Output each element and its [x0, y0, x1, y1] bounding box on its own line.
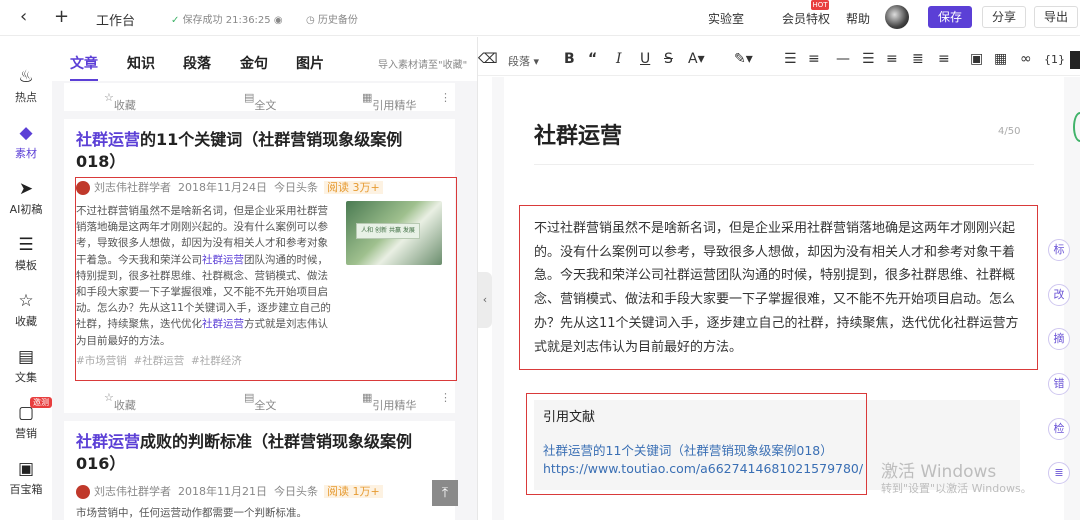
paragraph-highlight-box: [519, 205, 1038, 370]
sidebar-item-marketing[interactable]: 邀测 ▢ 营销: [0, 397, 52, 441]
tab-image[interactable]: 图片: [296, 53, 324, 73]
author-avatar: [76, 485, 90, 499]
article-title[interactable]: 社群运营成败的判断标准（社群营销现象级案例016）: [76, 431, 416, 475]
share-button[interactable]: 分享: [982, 6, 1026, 28]
selection-highlight: [75, 177, 457, 381]
save-button[interactable]: 保存: [928, 6, 972, 28]
help-link[interactable]: 帮助: [846, 10, 870, 27]
sidebar-item-favorite[interactable]: ☆ 收藏: [0, 291, 52, 329]
sidebar-item-toolbox[interactable]: ▣ 百宝箱: [0, 459, 52, 497]
favorite-button[interactable]: ☆ 收藏: [104, 91, 136, 112]
check-icon: ✓: [171, 15, 183, 26]
lab-link[interactable]: 实验室: [708, 10, 744, 27]
history-backup-link[interactable]: ◷ 历史备份: [306, 11, 358, 26]
quote-icon[interactable]: “: [588, 51, 597, 67]
member-link[interactable]: 会员特权: [782, 10, 830, 27]
horizontal-rule-icon[interactable]: —: [836, 51, 850, 67]
image-icon[interactable]: ▣: [970, 51, 983, 67]
material-panel: 文章 知识 段落 金句 图片 导入素材请至"收藏" ☆ 收藏 ▤ 全文 ▦ 引用…: [52, 37, 477, 520]
list-item: ☆ 收藏 ▤ 全文 ▦ 引用精华 ⋮: [64, 83, 455, 112]
title-divider: [534, 164, 1034, 165]
more-icon[interactable]: ⋮: [440, 91, 451, 104]
toolbox-icon: ▣: [17, 459, 35, 479]
card-actions: ☆ 收藏 ▤ 全文 ▦ 引用精华 ⋮: [64, 85, 455, 112]
document-title[interactable]: 社群运营: [534, 118, 622, 150]
tool-outline-button[interactable]: ≣: [1048, 462, 1070, 484]
sidebar-item-ai-draft[interactable]: ➤ AI初稿: [0, 179, 52, 217]
flame-icon: ♨: [18, 67, 34, 87]
strikethrough-icon[interactable]: S: [664, 51, 673, 67]
add-icon[interactable]: +: [54, 6, 69, 27]
highlight-pen-icon[interactable]: ✎▾: [734, 51, 753, 67]
hot-badge: HOT: [811, 0, 829, 10]
clock-icon: ◷: [306, 15, 318, 26]
article-title[interactable]: 社群运营的11个关键词（社群营销现象级案例018）: [76, 129, 416, 173]
card-actions: ☆ 收藏 ▤ 全文 ▦ 引用精华 ⋮: [64, 385, 455, 412]
export-button[interactable]: 导出: [1034, 6, 1078, 28]
align-center-icon[interactable]: ≣: [912, 51, 924, 67]
sidebar-item-collection[interactable]: ▤ 文集: [0, 347, 52, 385]
quote-essence-button[interactable]: ▦ 引用精华: [362, 391, 416, 412]
top-bar: ‹ + 工作台 ✓ 保存成功 21:36:25 ◉ ◷ 历史备份 实验室 会员特…: [0, 0, 1080, 36]
windows-activation-hint: 转到"设置"以激活 Windows。: [881, 482, 1032, 495]
editor-toolbar: ⌫ 段落 ▾ B “ I U S A▾ ✎▾ ☰ ≡ — ☰ ≡ ≣ ≡ ▣ ▦…: [478, 44, 1080, 76]
bold-icon[interactable]: B: [564, 51, 575, 67]
article-summary: 市场营销中，任何运营动作都需要一个判断标准。: [76, 507, 307, 519]
assistant-edge-icon[interactable]: [1073, 112, 1080, 142]
tool-summary-button[interactable]: 摘: [1048, 328, 1070, 350]
bullet-list-icon[interactable]: ☰: [784, 51, 797, 67]
tool-title-button[interactable]: 标: [1048, 239, 1070, 261]
italic-icon[interactable]: I: [616, 51, 622, 67]
paragraph-select[interactable]: 段落 ▾: [508, 53, 539, 69]
article-meta: 刘志伟社群学者 2018年11月21日 今日头条 阅读 1万+: [76, 483, 383, 499]
title-char-count: 4/50: [998, 126, 1021, 137]
more-icon[interactable]: ⋮: [440, 391, 451, 404]
back-arrow-icon[interactable]: ‹: [20, 6, 27, 27]
align-right-icon[interactable]: ≡: [938, 51, 950, 67]
workbench-link[interactable]: 工作台: [96, 10, 135, 29]
sidebar-item-template[interactable]: ☰ 模板: [0, 235, 52, 273]
link-icon[interactable]: ∞: [1020, 51, 1032, 67]
collapse-panel-button[interactable]: ‹: [478, 272, 492, 328]
fulltext-button[interactable]: ▤ 全文: [244, 391, 276, 412]
import-hint: 导入素材请至"收藏": [378, 60, 468, 71]
sidebar-item-hot[interactable]: ♨ 热点: [0, 67, 52, 105]
quote-essence-button[interactable]: ▦ 引用精华: [362, 91, 416, 112]
tab-paragraph[interactable]: 段落: [183, 53, 211, 73]
article-card[interactable]: 社群运营成败的判断标准（社群营销现象级案例016） 刘志伟社群学者 2018年1…: [64, 421, 455, 520]
back-to-top-button[interactable]: ⤒: [432, 480, 458, 506]
rocket-icon: ➤: [18, 179, 34, 199]
tab-quote[interactable]: 金句: [240, 53, 268, 73]
tab-article[interactable]: 文章: [70, 53, 98, 81]
code-icon[interactable]: {1}: [1044, 53, 1065, 66]
book-icon: ▤: [17, 347, 35, 367]
tool-check-button[interactable]: 检: [1048, 418, 1070, 440]
align-left-icon[interactable]: ≡: [886, 51, 898, 67]
avatar[interactable]: [885, 5, 909, 29]
reference-highlight-box: [526, 393, 867, 495]
fulltext-button[interactable]: ▤ 全文: [244, 91, 276, 112]
numbered-list-icon[interactable]: ≡: [808, 51, 820, 67]
document-icon: ☰: [18, 235, 34, 255]
save-status: ✓ 保存成功 21:36:25 ◉: [171, 15, 283, 26]
invite-badge: 邀测: [30, 397, 52, 408]
windows-activation-title: 激活 Windows: [881, 462, 997, 482]
more-tools-icon[interactable]: [1070, 51, 1080, 69]
favorite-button[interactable]: ☆ 收藏: [104, 391, 136, 412]
left-sidebar: ♨ 热点 ◆ 素材 ➤ AI初稿 ☰ 模板 ☆ 收藏 ▤ 文集 邀测 ▢ 营销 ▣ 百宝箱: [0, 37, 52, 520]
table-icon[interactable]: ▦: [994, 51, 1007, 67]
tool-typo-button[interactable]: 错: [1048, 373, 1070, 395]
underline-icon[interactable]: U: [640, 51, 650, 67]
tool-rewrite-button[interactable]: 改: [1048, 284, 1070, 306]
tab-knowledge[interactable]: 知识: [127, 53, 155, 73]
star-icon: ☆: [18, 291, 34, 311]
font-color-icon[interactable]: A▾: [688, 51, 705, 67]
material-tabs: 文章 知识 段落 金句 图片 导入素材请至"收藏": [52, 37, 477, 81]
eraser-icon[interactable]: ⌫: [478, 51, 498, 67]
layers-icon: ◆: [19, 123, 33, 143]
sidebar-item-material[interactable]: ◆ 素材: [0, 123, 52, 161]
align-justify-icon[interactable]: ☰: [862, 51, 875, 67]
